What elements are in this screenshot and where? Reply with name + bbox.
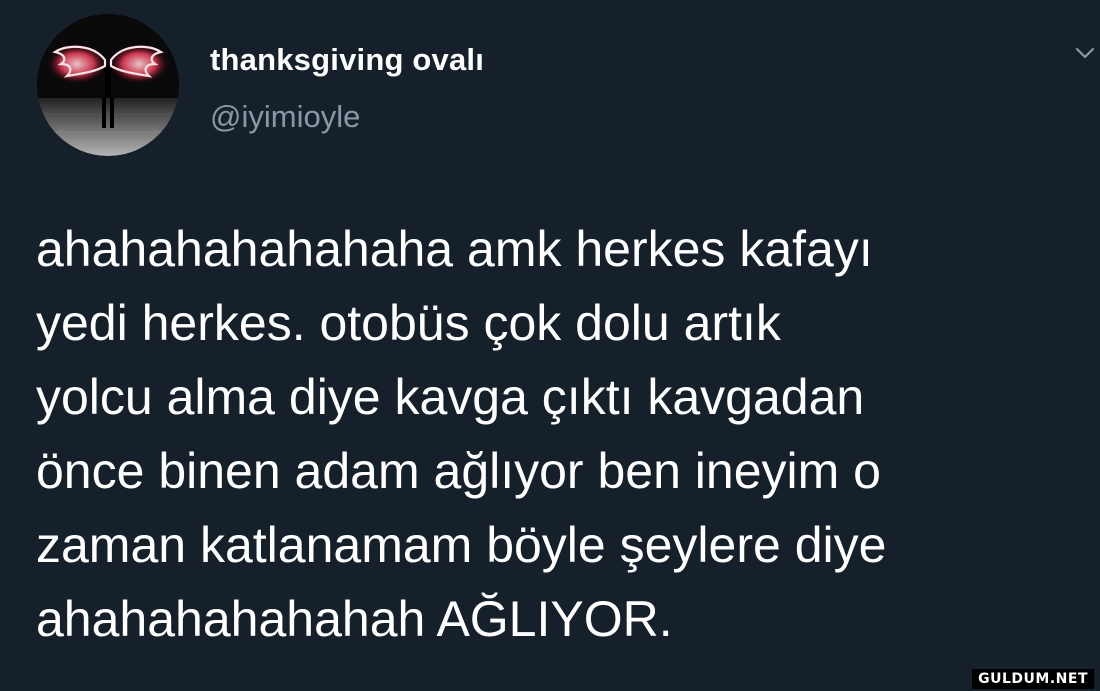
tweet-text-line: yedi herkes. otobüs çok dolu artık — [36, 295, 781, 351]
site-watermark: GULDUM.NET — [972, 669, 1094, 689]
chevron-down-icon[interactable] — [1072, 40, 1098, 66]
tweet-text-line: yolcu alma diye kavga çıktı kavgadan — [36, 369, 865, 425]
tweet-text-line: zaman katlanamam böyle şeylere diye — [36, 517, 887, 573]
user-avatar[interactable] — [37, 14, 179, 156]
neon-wings-avatar-image — [37, 14, 179, 156]
user-display-name[interactable]: thanksgiving ovalı — [210, 42, 484, 78]
tweet-text-line: ahahahahahahah AĞLIYOR. — [36, 591, 673, 647]
user-handle[interactable]: @iyimioyle — [210, 99, 360, 135]
tweet-text: ahahahahahahaha amk herkes kafayı yedi h… — [36, 212, 1086, 656]
tweet-text-line: önce binen adam ağlıyor ben ineyim o — [36, 443, 881, 499]
tweet-text-line: ahahahahahahaha amk herkes kafayı — [36, 221, 873, 277]
tweet-card: thanksgiving ovalı @iyimioyle ahahahahah… — [0, 0, 1100, 691]
